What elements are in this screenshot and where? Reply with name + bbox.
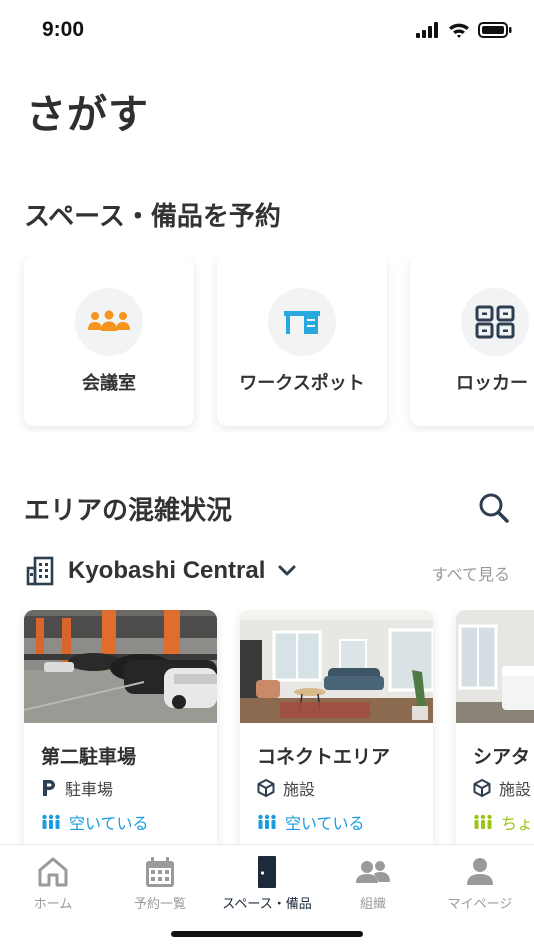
chevron-down-icon [278, 565, 296, 576]
calendar-icon [146, 857, 174, 887]
building-icon [26, 556, 54, 586]
crowd-icon [42, 814, 60, 829]
category-label: ワークスポット [239, 373, 365, 394]
tab-label: 組織 [359, 897, 386, 912]
group-icon [356, 861, 390, 883]
tab-label: スペース・備品 [222, 897, 312, 912]
area-status: ちょ [473, 810, 533, 834]
reserve-section-title: スペース・備品を予約 [24, 202, 281, 232]
tab-label: ホーム [33, 897, 73, 912]
status-icons [416, 22, 512, 38]
crowd-icon [474, 814, 492, 829]
category-label: ロッカー [456, 373, 528, 394]
area-card-connect-area[interactable]: コネクトエリア 施設 空いている [240, 610, 433, 850]
parking-lot-photo [24, 610, 217, 723]
area-name: シアタ [473, 746, 531, 768]
area-section-title: エリアの混雑状況 [24, 496, 233, 526]
area-type-label: 駐車場 [65, 780, 114, 799]
category-icon-circle [75, 288, 143, 356]
area-type: 施設 [257, 776, 315, 800]
area-card-parking[interactable]: 第二駐車場 駐車場 空いている [24, 610, 217, 850]
battery-icon [478, 22, 512, 38]
area-carousel[interactable]: 第二駐車場 駐車場 空いている コネクトエリア 施設 空いている シアタ 施設 … [0, 610, 534, 850]
category-carousel[interactable]: 会議室 ワークスポット ロッカー [0, 256, 534, 432]
tab-label: 予約一覧 [133, 897, 186, 912]
crowd-icon [258, 814, 276, 829]
home-icon [38, 857, 68, 887]
cellular-signal-icon [416, 22, 438, 38]
search-button[interactable] [476, 490, 512, 526]
lounge-photo [240, 610, 433, 723]
tab-label: マイページ [447, 897, 513, 912]
area-type: 駐車場 [41, 776, 113, 800]
area-status: 空いている [41, 810, 149, 834]
area-name: 第二駐車場 [41, 746, 137, 768]
desk-icon [284, 311, 320, 334]
search-icon [479, 493, 509, 523]
area-status-label: ちょ [501, 814, 534, 833]
page-title: さがす [26, 92, 149, 138]
locker-grid-icon [475, 305, 515, 339]
tab-my-page[interactable]: マイページ [427, 855, 533, 912]
category-icon-circle [461, 288, 529, 356]
tab-organization[interactable]: 組織 [320, 855, 426, 912]
area-status-label: 空いている [69, 814, 149, 833]
area-card-theater[interactable]: シアタ 施設 ちょ [456, 610, 534, 850]
status-time: 9:00 [42, 18, 85, 41]
category-card-locker[interactable]: ロッカー [410, 256, 534, 426]
person-icon [467, 858, 493, 885]
area-type-label: 施設 [499, 780, 532, 799]
people-group-icon [88, 310, 130, 331]
tab-reservations[interactable]: 予約一覧 [107, 855, 213, 912]
building-selector[interactable]: Kyobashi Central [26, 554, 297, 588]
category-card-meeting-room[interactable]: 会議室 [24, 256, 194, 426]
area-type: 施設 [473, 776, 531, 800]
category-icon-circle [268, 288, 336, 356]
wifi-icon [449, 23, 469, 38]
home-indicator [171, 931, 363, 937]
category-card-work-spot[interactable]: ワークスポット [217, 256, 387, 426]
area-name: コネクトエリア [257, 746, 391, 768]
parking-icon [43, 780, 55, 796]
tab-home[interactable]: ホーム [0, 855, 106, 912]
status-bar: 9:00 [0, 0, 534, 60]
building-name: Kyobashi Central [68, 557, 266, 584]
see-all-link[interactable]: すべて見る [432, 561, 510, 585]
room-photo [456, 610, 534, 723]
area-status-label: 空いている [285, 814, 365, 833]
category-label: 会議室 [82, 373, 136, 394]
door-icon [258, 856, 276, 888]
tab-spaces-equipment[interactable]: スペース・備品 [214, 855, 320, 912]
area-type-label: 施設 [283, 780, 316, 799]
box-icon [257, 779, 275, 797]
box-icon [473, 779, 491, 797]
area-status: 空いている [257, 810, 365, 834]
